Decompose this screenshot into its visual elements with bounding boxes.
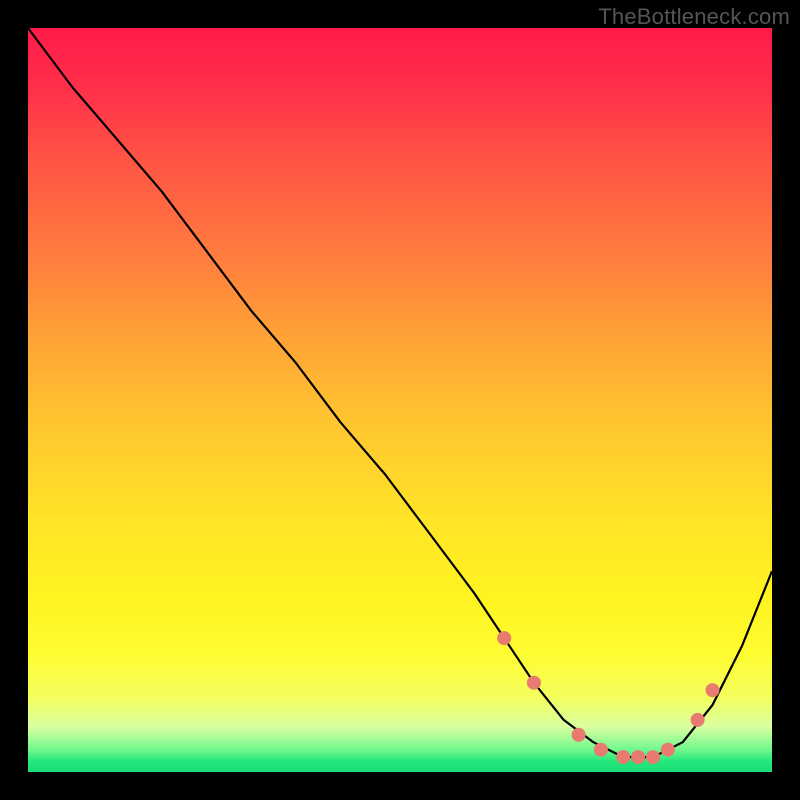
bottleneck-curve	[28, 28, 772, 757]
marker-point	[661, 743, 675, 757]
marker-point	[631, 750, 645, 764]
marker-group	[497, 631, 719, 764]
marker-point	[691, 713, 705, 727]
watermark-text: TheBottleneck.com	[598, 4, 790, 30]
marker-point	[572, 728, 586, 742]
marker-point	[646, 750, 660, 764]
chart-frame: TheBottleneck.com	[0, 0, 800, 800]
marker-point	[497, 631, 511, 645]
marker-point	[527, 676, 541, 690]
marker-point	[706, 683, 720, 697]
marker-point	[594, 743, 608, 757]
marker-point	[616, 750, 630, 764]
plot-area	[28, 28, 772, 772]
curve-svg	[28, 28, 772, 772]
